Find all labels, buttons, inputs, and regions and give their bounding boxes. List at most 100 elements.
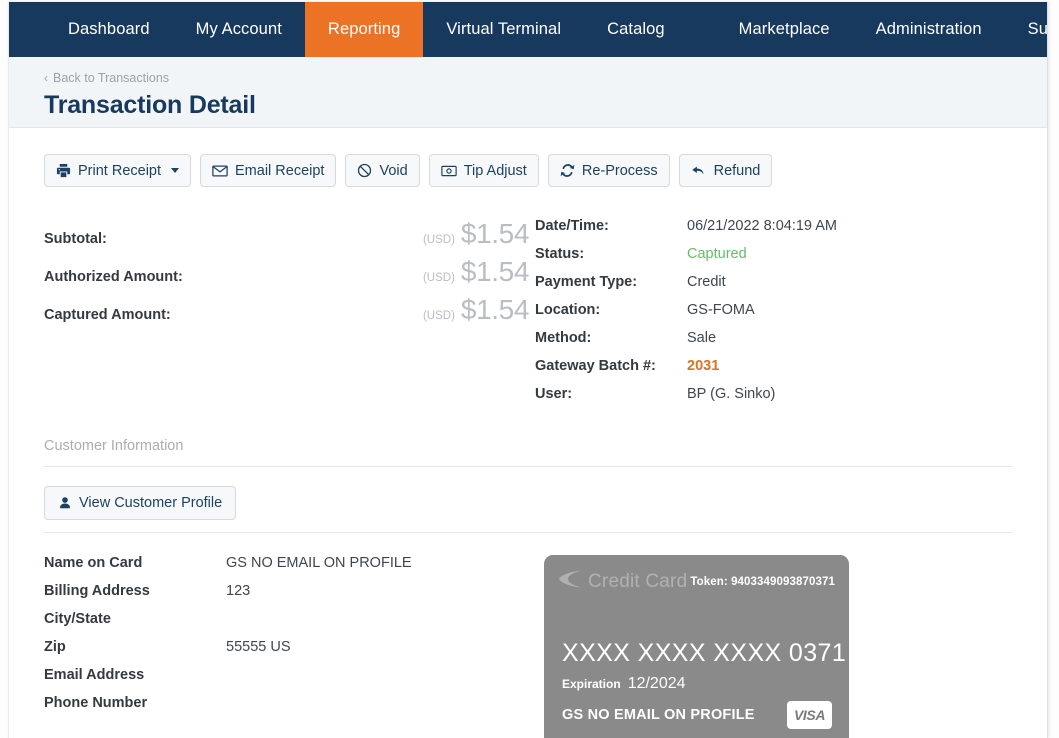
page-frame: Dashboard My Account Reporting Virtual T… bbox=[8, 2, 1048, 738]
transaction-summary: Subtotal: (USD) $1.54 Authorized Amount:… bbox=[9, 187, 1047, 414]
detail-value: GS-FOMA bbox=[687, 302, 755, 318]
nav-label: Support bbox=[1027, 20, 1048, 38]
detail-row-location: Location: GS-FOMA bbox=[535, 302, 1047, 330]
customer-field-label: Zip bbox=[44, 639, 66, 655]
card-token: Token: 9403349093870371 bbox=[690, 575, 835, 588]
nav-item-support[interactable]: Support bbox=[1005, 2, 1048, 57]
nav-label: Reporting bbox=[327, 20, 401, 38]
detail-row-date-time: Date/Time: 06/21/2022 8:04:19 AM bbox=[535, 218, 1047, 246]
customer-field-label: Billing Address bbox=[44, 583, 150, 599]
amount-value: (USD) $1.54 bbox=[423, 256, 529, 288]
refresh-icon bbox=[560, 163, 575, 178]
customer-row-phone-number: Phone Number bbox=[44, 695, 544, 723]
nav-item-catalog[interactable]: Catalog bbox=[584, 2, 688, 57]
nav-label: Marketplace bbox=[738, 20, 830, 38]
gateway-batch-link[interactable]: 2031 bbox=[687, 358, 719, 374]
detail-row-method: Method: Sale bbox=[535, 330, 1047, 358]
status-badge: Captured bbox=[687, 246, 747, 262]
amount-row-captured: Captured Amount: (USD) $1.54 bbox=[44, 294, 529, 332]
view-customer-profile-label: View Customer Profile bbox=[79, 495, 223, 511]
nav-item-virtual-terminal[interactable]: Virtual Terminal bbox=[423, 2, 584, 57]
tip-adjust-label: Tip Adjust bbox=[463, 162, 527, 179]
card-expiration-value: 12/2024 bbox=[627, 675, 686, 692]
chevron-left-icon: ‹ bbox=[44, 71, 48, 85]
credit-card-graphic: Credit Card Token: 9403349093870371 XXXX… bbox=[544, 555, 849, 738]
card-top-row: Credit Card Token: 9403349093870371 bbox=[544, 555, 849, 594]
void-label: Void bbox=[379, 162, 408, 179]
crescent-swoosh-icon bbox=[558, 569, 584, 594]
ban-icon bbox=[357, 163, 372, 178]
refund-label: Refund bbox=[713, 162, 761, 179]
card-network-text: VISA bbox=[793, 707, 826, 723]
nav-item-my-account[interactable]: My Account bbox=[173, 2, 305, 57]
tip-adjust-button[interactable]: Tip Adjust bbox=[428, 154, 539, 187]
action-toolbar: Print Receipt Email Receipt Void Tip Adj… bbox=[9, 128, 1047, 187]
amount-label: Authorized Amount: bbox=[44, 269, 183, 285]
nav-label: Administration bbox=[875, 20, 982, 38]
print-receipt-button[interactable]: Print Receipt bbox=[44, 154, 192, 187]
money-bill-icon bbox=[441, 164, 457, 178]
detail-row-user: User: BP (G. Sinko) bbox=[535, 386, 1047, 414]
card-expiration-label: Expiration bbox=[562, 677, 621, 691]
card-expiration: Expiration 12/2024 bbox=[562, 675, 686, 693]
breadcrumb-label: Back to Transactions bbox=[53, 71, 170, 85]
amount-label: Captured Amount: bbox=[44, 307, 171, 323]
customer-field-label: Phone Number bbox=[44, 695, 148, 711]
undo-arrow-icon bbox=[691, 164, 707, 178]
card-number: XXXX XXXX XXXX 0371 bbox=[562, 639, 847, 667]
card-brand-text: Credit Card bbox=[588, 570, 688, 592]
detail-label: Status: bbox=[535, 246, 585, 262]
view-customer-profile-button[interactable]: View Customer Profile bbox=[44, 486, 237, 520]
customer-field-value: 55555 US bbox=[226, 639, 291, 655]
envelope-icon bbox=[212, 164, 228, 178]
detail-label: Date/Time: bbox=[535, 218, 609, 234]
detail-value: 06/21/2022 8:04:19 AM bbox=[687, 218, 837, 234]
back-to-transactions-link[interactable]: ‹ Back to Transactions bbox=[44, 71, 169, 85]
detail-row-status: Status: Captured bbox=[535, 246, 1047, 274]
amount-number: $1.54 bbox=[460, 256, 529, 287]
amounts-column: Subtotal: (USD) $1.54 Authorized Amount:… bbox=[44, 218, 529, 414]
customer-field-value: 123 bbox=[226, 583, 251, 599]
amount-row-subtotal: Subtotal: (USD) $1.54 bbox=[44, 218, 529, 256]
customer-field-label: Email Address bbox=[44, 667, 145, 683]
nav-item-dashboard[interactable]: Dashboard bbox=[45, 2, 173, 57]
email-receipt-button[interactable]: Email Receipt bbox=[200, 154, 337, 187]
email-receipt-label: Email Receipt bbox=[235, 162, 325, 179]
amount-value: (USD) $1.54 bbox=[423, 294, 529, 326]
nav-item-reporting[interactable]: Reporting bbox=[304, 2, 424, 57]
customer-field-label: City/State bbox=[44, 611, 111, 627]
customer-fields: Name on Card GS NO EMAIL ON PROFILE Bill… bbox=[44, 555, 544, 738]
details-column: Date/Time: 06/21/2022 8:04:19 AM Status:… bbox=[529, 218, 1047, 414]
detail-label: Payment Type: bbox=[535, 274, 638, 290]
nav-item-administration[interactable]: Administration bbox=[853, 2, 1005, 57]
user-icon bbox=[58, 496, 72, 510]
currency-label: (USD) bbox=[422, 234, 455, 246]
detail-label: User: bbox=[535, 386, 573, 402]
detail-value: BP (G. Sinko) bbox=[687, 386, 776, 402]
customer-row-name-on-card: Name on Card GS NO EMAIL ON PROFILE bbox=[44, 555, 544, 583]
detail-label: Location: bbox=[535, 302, 601, 318]
amount-number: $1.54 bbox=[460, 218, 529, 249]
currency-label: (USD) bbox=[422, 310, 455, 322]
re-process-button[interactable]: Re-Process bbox=[547, 154, 670, 187]
page-title: Transaction Detail bbox=[44, 91, 256, 119]
nav-label: Catalog bbox=[607, 20, 665, 38]
amount-value: (USD) $1.54 bbox=[423, 218, 529, 250]
detail-label: Method: bbox=[535, 330, 592, 346]
print-receipt-label: Print Receipt bbox=[78, 162, 162, 179]
detail-label: Gateway Batch #: bbox=[535, 358, 656, 374]
amount-number: $1.54 bbox=[460, 294, 529, 325]
customer-field-label: Name on Card bbox=[44, 555, 143, 571]
refund-button[interactable]: Refund bbox=[678, 154, 773, 187]
nav-label: My Account bbox=[195, 20, 282, 38]
currency-label: (USD) bbox=[422, 272, 455, 284]
nav-item-marketplace[interactable]: Marketplace bbox=[716, 2, 853, 57]
profile-button-wrap: View Customer Profile bbox=[9, 467, 1047, 520]
printer-icon bbox=[56, 163, 71, 178]
void-button[interactable]: Void bbox=[345, 154, 420, 187]
amount-row-authorized: Authorized Amount: (USD) $1.54 bbox=[44, 256, 529, 294]
detail-row-gateway-batch: Gateway Batch #: 2031 bbox=[535, 358, 1047, 386]
card-brandmark: Credit Card bbox=[558, 569, 687, 594]
card-holder-name: GS NO EMAIL ON PROFILE bbox=[562, 707, 755, 723]
page-header: ‹ Back to Transactions Transaction Detai… bbox=[9, 57, 1047, 128]
